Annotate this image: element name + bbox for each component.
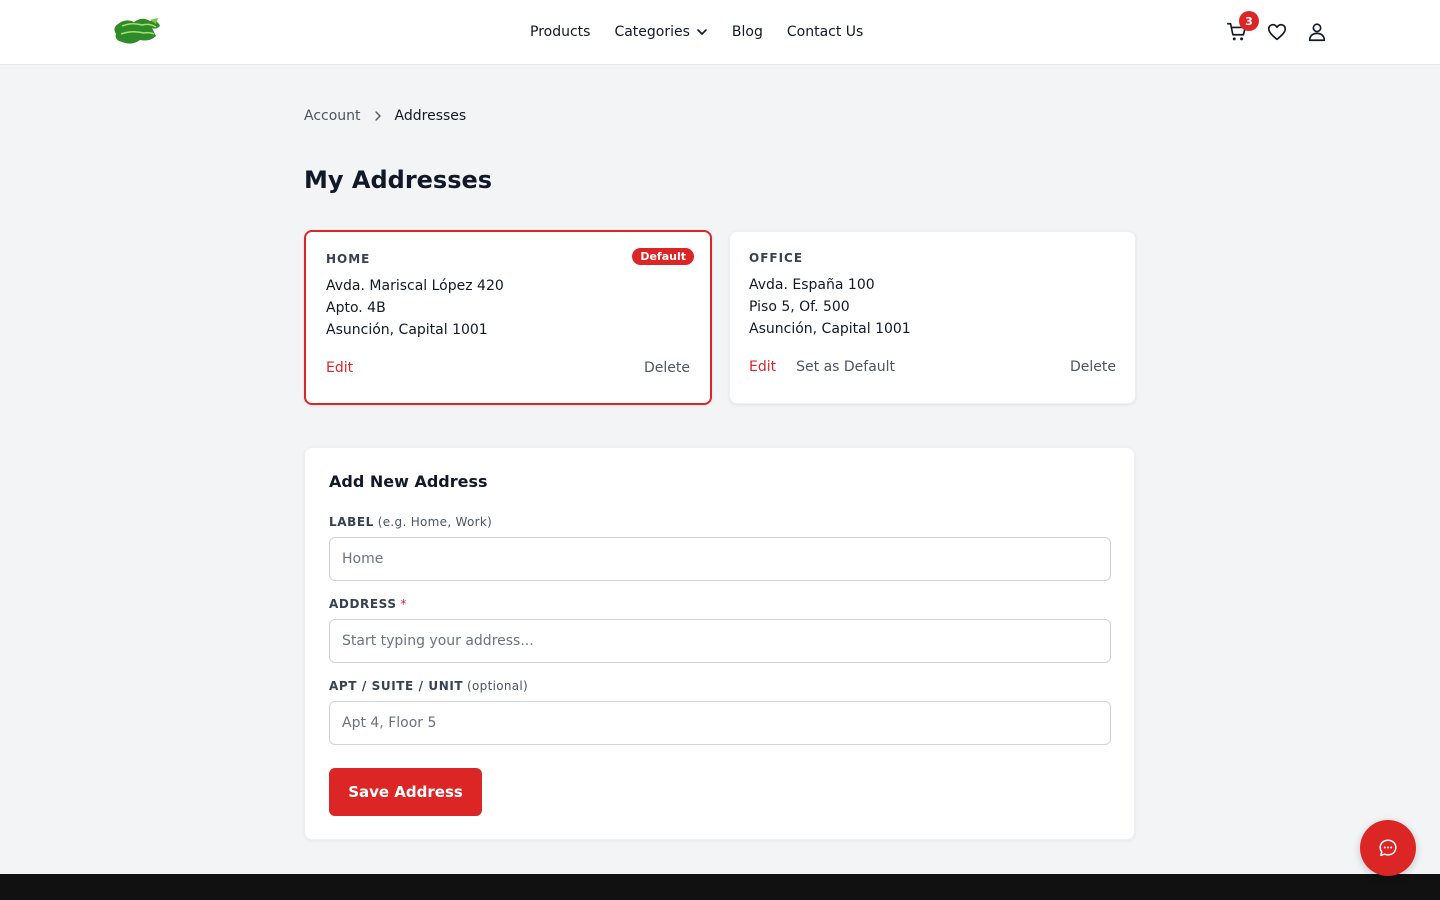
chevron-right-icon [374, 111, 381, 121]
footer [0, 874, 1440, 900]
header-actions: 3 [1226, 0, 1328, 64]
edit-address-button[interactable]: Edit [326, 360, 353, 376]
nav-categories-label: Categories [614, 24, 690, 40]
form-title: Add New Address [329, 472, 488, 491]
cart-count-badge: 3 [1239, 11, 1259, 31]
address-lines: Avda. España 100 Piso 5, Of. 500 Asunció… [749, 274, 911, 340]
address-line-3: Asunción, Capital 1001 [326, 322, 488, 338]
unit-field-label: APT / SUITE / UNIT (optional) [329, 679, 528, 693]
heart-icon [1267, 23, 1287, 41]
nav-products-label: Products [530, 24, 591, 40]
chat-icon [1379, 839, 1397, 857]
page-title: My Addresses [304, 166, 493, 194]
label-input[interactable] [329, 537, 1111, 581]
address-actions: Edit Set as Default Delete [749, 359, 1116, 375]
address-line-3: Asunción, Capital 1001 [749, 321, 911, 337]
address-field-label: ADDRESS * [329, 597, 406, 611]
nav-contact-us-label: Contact Us [786, 24, 864, 40]
user-icon [1308, 23, 1326, 42]
cart-button[interactable]: 3 [1226, 11, 1259, 43]
nav-contact-us[interactable]: Contact Us [787, 24, 863, 40]
delete-address-button[interactable]: Delete [1070, 359, 1116, 375]
label-field-title: LABEL [329, 515, 374, 529]
nav-blog-label: Blog [731, 24, 763, 40]
address-line-2: Apto. 4B [326, 300, 386, 316]
address-card-home: HOME Default Avda. Mariscal López 420 Ap… [304, 230, 712, 405]
nav-blog[interactable]: Blog [732, 24, 763, 40]
address-actions: Edit Delete [326, 360, 690, 376]
delete-address-button[interactable]: Delete [644, 360, 690, 376]
main-nav: Products Categories Blog Contact Us [530, 0, 863, 64]
label-field-hint: (e.g. Home, Work) [377, 515, 493, 529]
address-field-title: ADDRESS [329, 597, 397, 611]
address-label: OFFICE [749, 251, 804, 265]
breadcrumb-current: Addresses [394, 108, 467, 124]
required-mark: * [400, 597, 407, 611]
breadcrumb: Account Addresses [304, 108, 466, 124]
breadcrumb-account[interactable]: Account [304, 108, 361, 124]
address-line-2: Piso 5, Of. 500 [749, 299, 850, 315]
add-address-form: Add New Address LABEL (e.g. Home, Work) … [304, 447, 1135, 840]
unit-input[interactable] [329, 701, 1111, 745]
site-header: Products Categories Blog Contact Us 3 [0, 0, 1440, 65]
default-badge: Default [632, 248, 694, 265]
nav-categories[interactable]: Categories [614, 24, 707, 40]
save-address-button[interactable]: Save Address [329, 768, 482, 816]
label-field-label: LABEL (e.g. Home, Work) [329, 515, 492, 529]
edit-address-button[interactable]: Edit [749, 359, 776, 375]
chevron-down-icon [697, 29, 707, 35]
account-button[interactable] [1306, 21, 1328, 43]
address-card-office: OFFICE Avda. España 100 Piso 5, Of. 500 … [729, 231, 1136, 404]
address-input[interactable] [329, 619, 1111, 663]
address-line-1: Avda. España 100 [749, 277, 875, 293]
wishlist-button[interactable] [1266, 21, 1288, 43]
address-label: HOME [326, 252, 371, 266]
unit-field-title: APT / SUITE / UNIT [329, 679, 464, 693]
address-lines: Avda. Mariscal López 420 Apto. 4B Asunci… [326, 275, 504, 341]
verde-ruta-logo[interactable] [112, 16, 162, 48]
chat-button[interactable] [1360, 820, 1416, 876]
address-line-1: Avda. Mariscal López 420 [326, 278, 504, 294]
nav-products[interactable]: Products [530, 24, 590, 40]
set-default-button[interactable]: Set as Default [796, 359, 895, 375]
unit-field-hint: (optional) [467, 679, 529, 693]
